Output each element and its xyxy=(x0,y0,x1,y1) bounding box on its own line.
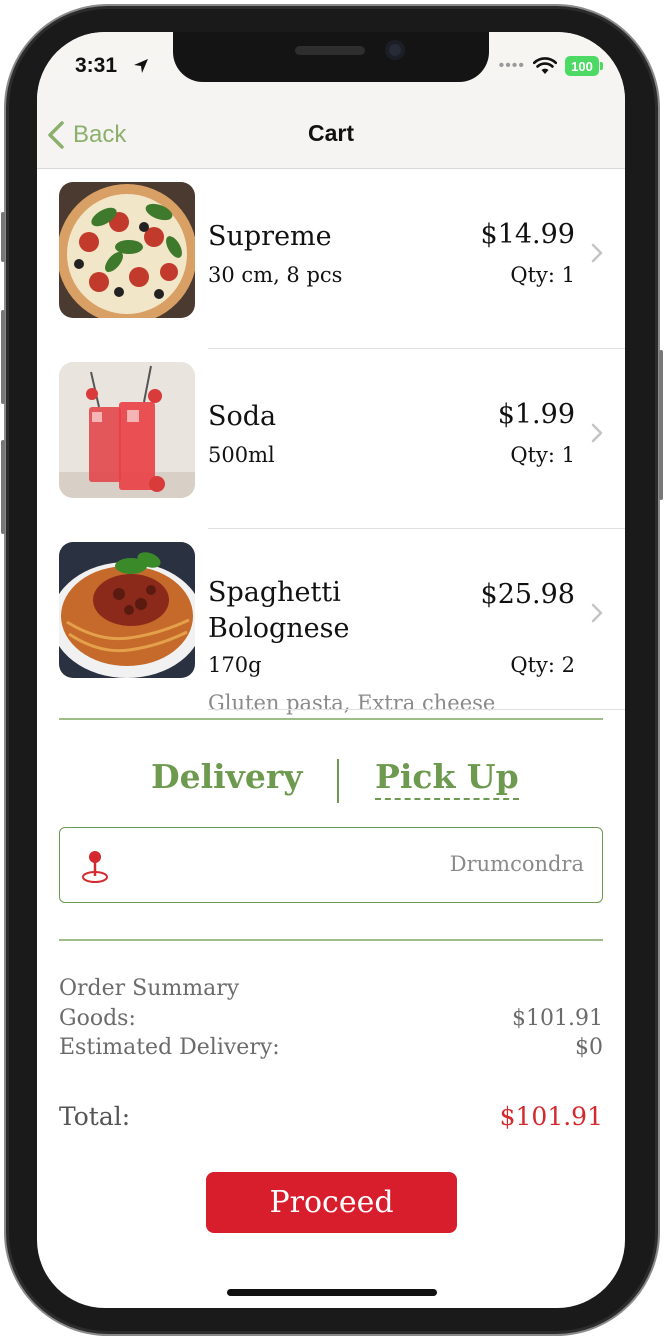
chevron-right-icon xyxy=(591,243,603,263)
item-detail: 30 cm, 8 pcs xyxy=(208,263,343,287)
delivery-fee-row: Estimated Delivery: $0 xyxy=(59,1035,603,1060)
wifi-icon xyxy=(533,57,557,74)
front-camera xyxy=(385,40,405,60)
item-price: $25.98 xyxy=(480,579,575,610)
row-separator xyxy=(208,709,625,710)
volume-down-button xyxy=(1,440,5,534)
cart-item-soda[interactable]: Soda $1.99 500ml Qty: 1 xyxy=(37,349,625,529)
battery-icon: 100 xyxy=(565,56,603,76)
status-time: 3:31 xyxy=(75,54,118,77)
tab-delivery[interactable]: Delivery xyxy=(151,757,302,796)
item-detail: 500ml xyxy=(208,443,275,467)
fulfillment-tabs: Delivery Pick Up xyxy=(37,757,625,807)
item-name: Spaghetti Bolognese xyxy=(208,577,350,644)
tab-pickup[interactable]: Pick Up xyxy=(375,757,519,800)
cellular-signal-icon: •••• xyxy=(498,57,525,74)
section-divider xyxy=(59,718,603,720)
spaghetti-image xyxy=(59,542,195,678)
power-button xyxy=(659,350,663,500)
chevron-right-icon xyxy=(591,423,603,443)
battery-level: 100 xyxy=(571,58,593,74)
home-indicator[interactable] xyxy=(227,1289,437,1296)
address-value: Drumcondra xyxy=(449,852,584,876)
status-indicators: •••• 100 xyxy=(498,56,603,76)
item-qty: Qty: 1 xyxy=(510,443,575,467)
speaker-grille xyxy=(295,46,365,55)
address-field[interactable]: Drumcondra xyxy=(59,827,603,903)
item-name: Soda xyxy=(208,401,277,432)
goods-row: Goods: $101.91 xyxy=(59,1006,603,1031)
item-price: $14.99 xyxy=(480,219,575,250)
pizza-image xyxy=(59,182,195,318)
item-price: $1.99 xyxy=(497,399,575,430)
total-row: Total: $101.91 xyxy=(59,1102,603,1131)
location-arrow-icon xyxy=(134,59,148,73)
page-title: Cart xyxy=(307,120,354,146)
volume-up-button xyxy=(1,310,5,404)
mute-switch xyxy=(1,212,5,262)
cart-item-spaghetti[interactable]: Spaghetti Bolognese $25.98 170g Qty: 2 G… xyxy=(37,529,625,715)
tab-separator xyxy=(337,759,339,803)
item-extras: Gluten pasta, Extra cheese xyxy=(208,691,496,715)
order-summary-title: Order Summary xyxy=(59,976,240,1001)
item-qty: Qty: 1 xyxy=(510,263,575,287)
map-pin-icon xyxy=(82,851,108,883)
item-qty: Qty: 2 xyxy=(510,653,575,677)
notch xyxy=(173,32,489,82)
app-screen: 3:31 •••• 100 Back Cart Supreme $14.99 3… xyxy=(37,32,625,1308)
total-value: $101.91 xyxy=(499,1102,603,1131)
chevron-right-icon xyxy=(591,603,603,623)
delivery-fee-value: $0 xyxy=(575,1035,603,1060)
navigation-bar: 3:31 •••• 100 Back Cart xyxy=(37,32,625,169)
goods-label: Goods: xyxy=(59,1006,136,1031)
goods-value: $101.91 xyxy=(512,1006,603,1031)
delivery-fee-label: Estimated Delivery: xyxy=(59,1035,280,1060)
proceed-button[interactable]: Proceed xyxy=(206,1172,457,1233)
cart-item-supreme[interactable]: Supreme $14.99 30 cm, 8 pcs Qty: 1 xyxy=(37,169,625,349)
total-label: Total: xyxy=(59,1102,131,1131)
section-divider xyxy=(59,939,603,941)
soda-image xyxy=(59,362,195,498)
item-name: Supreme xyxy=(208,221,332,252)
item-detail: 170g xyxy=(208,653,262,677)
